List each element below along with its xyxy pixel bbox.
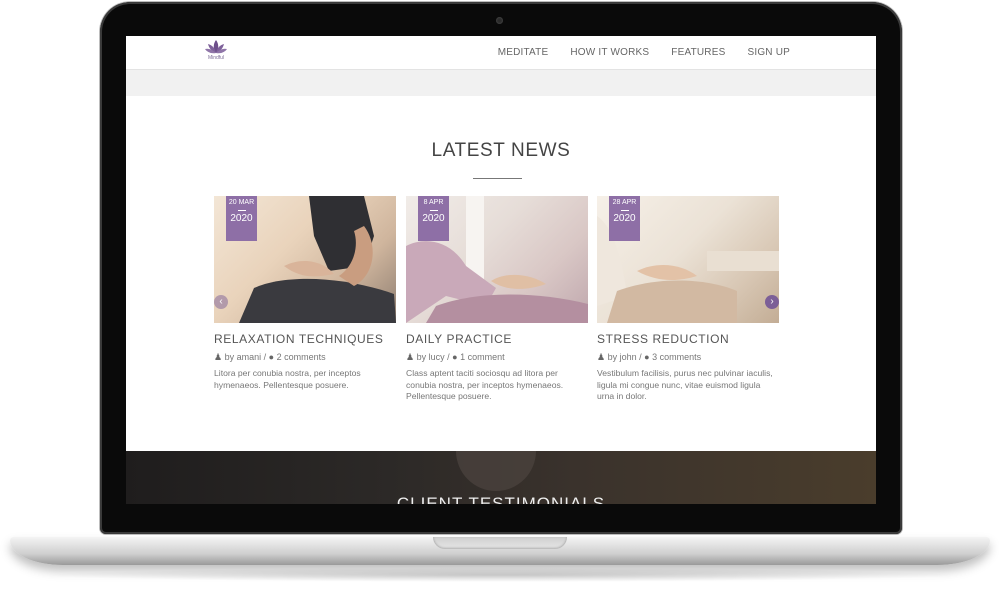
news-card-title[interactable]: STRESS REDUCTION <box>597 332 779 346</box>
comment-icon: ● <box>644 352 650 362</box>
date-divider <box>429 210 438 211</box>
date-year: 2020 <box>230 213 253 224</box>
news-card-meta: ♟ by lucy / ● 1 comment <box>406 352 588 363</box>
laptop-notch <box>433 537 567 549</box>
hero-band <box>126 70 876 96</box>
testimonials-section: CLIENT TESTIMONIALS <box>126 451 876 504</box>
news-card-title[interactable]: RELAXATION TECHNIQUES <box>214 332 396 346</box>
news-card-excerpt: Litora per conubia nostra, per inceptos … <box>214 368 361 390</box>
news-card-title[interactable]: DAILY PRACTICE <box>406 332 588 346</box>
user-icon: ♟ <box>597 352 606 362</box>
chevron-left-icon[interactable]: ‹ <box>214 295 228 309</box>
navbar: Mindful MEDITATE HOW IT WORKS FEATURES S… <box>126 36 876 70</box>
news-card-image[interactable]: 20 MAR 2020 <box>214 196 396 323</box>
title-divider <box>473 178 522 179</box>
news-card-comments[interactable]: 3 comments <box>652 352 701 362</box>
lotus-logo-icon <box>205 40 227 54</box>
user-icon: ♟ <box>406 352 415 362</box>
date-day: 28 APR <box>612 199 637 206</box>
news-card-author[interactable]: by amani / <box>225 352 267 362</box>
testimonials-title: CLIENT TESTIMONIALS <box>396 494 606 504</box>
news-card-author[interactable]: by john / <box>608 352 642 362</box>
website-screen: Mindful MEDITATE HOW IT WORKS FEATURES S… <box>126 36 876 504</box>
date-day: 8 APR <box>423 199 444 206</box>
camera-icon <box>496 17 503 24</box>
section-title: LATEST NEWS <box>431 140 571 161</box>
logo[interactable]: Mindful <box>203 39 229 61</box>
news-card: 8 APR 2020 DAILY PRACTICE ♟ by lucy / ● … <box>406 196 588 403</box>
comment-icon: ● <box>268 352 275 362</box>
chevron-right-icon[interactable]: › <box>765 295 779 309</box>
nav-link-sign-up[interactable]: SIGN UP <box>747 47 790 58</box>
news-card: 28 APR 2020 STRESS REDUCTION ♟ by john /… <box>597 196 779 403</box>
laptop-shadow <box>40 568 960 582</box>
date-divider <box>237 210 246 211</box>
date-year: 2020 <box>422 213 445 224</box>
date-day: 20 MAR <box>228 199 255 206</box>
logo-text: Mindful <box>207 55 225 61</box>
testimonials-background-image <box>456 451 536 491</box>
nav-link-how-it-works[interactable]: HOW IT WORKS <box>570 47 649 58</box>
news-card-excerpt: Vestibulum facilisis, purus nec pulvinar… <box>597 368 773 401</box>
news-card-comments[interactable]: 1 comment <box>460 352 505 362</box>
comment-icon: ● <box>452 352 458 362</box>
news-card-author[interactable]: by lucy / <box>417 352 450 362</box>
date-divider <box>620 210 629 211</box>
news-card-image[interactable]: 8 APR 2020 <box>406 196 588 323</box>
user-icon: ♟ <box>214 352 223 362</box>
news-card-image[interactable]: 28 APR 2020 <box>597 196 779 323</box>
news-card: 20 MAR 2020 RELAXATION TECHNIQUES ♟ by a… <box>214 196 396 391</box>
news-card-meta: ♟ by john / ● 3 comments <box>597 352 779 363</box>
date-year: 2020 <box>613 213 636 224</box>
nav-link-meditate[interactable]: MEDITATE <box>498 47 549 58</box>
nav-link-features[interactable]: FEATURES <box>671 47 725 58</box>
date-badge: 28 APR 2020 <box>609 196 640 241</box>
news-carousel: 20 MAR 2020 RELAXATION TECHNIQUES ♟ by a… <box>214 196 780 456</box>
news-card-excerpt: Class aptent taciti sociosqu ad litora p… <box>406 368 564 401</box>
news-card-meta: ♟ by amani / ● 2 comments <box>214 352 396 363</box>
nav-links: MEDITATE HOW IT WORKS FEATURES SIGN UP <box>498 47 790 58</box>
news-card-comments[interactable]: 2 comments <box>277 352 326 362</box>
date-badge: 20 MAR 2020 <box>226 196 257 241</box>
date-badge: 8 APR 2020 <box>418 196 449 241</box>
